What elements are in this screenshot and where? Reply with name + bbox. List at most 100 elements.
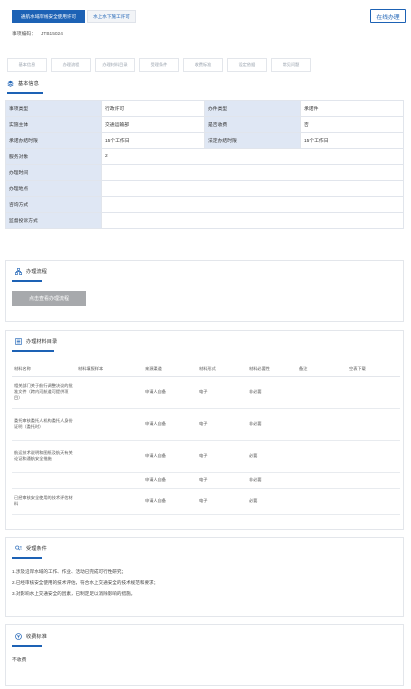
material-sample[interactable] [76, 440, 143, 473]
table-row: 申请人自备 电子 非必要 [12, 472, 400, 489]
yuan-coin-icon [15, 633, 22, 640]
fee-header: 收费标准 [15, 633, 47, 640]
material-source: 申请人自备 [143, 376, 197, 409]
handling-time-value [101, 164, 404, 181]
table-row: 承诺办结时限 15个工作日 法定办结时限 15个工作日 [5, 132, 404, 149]
fee-title: 收费标准 [26, 634, 47, 640]
tab-legal-basis[interactable]: 设定依据 [227, 58, 267, 72]
material-necessity: 非必要 [247, 376, 297, 409]
material-form: 电子 [197, 408, 247, 441]
material-necessity: 非必要 [247, 408, 297, 441]
table-row: 航运技术说明和图纸及航天有关论证和通航安全措施 申请人自备 电子 必要 [12, 440, 400, 473]
tab-process[interactable]: 办理流程 [51, 58, 91, 72]
tab-conditions[interactable]: 受理条件 [139, 58, 179, 72]
material-download[interactable] [347, 488, 400, 515]
process-title: 办理流程 [26, 269, 47, 275]
col-sample: 材料填报样本 [76, 362, 143, 377]
service-target-value: 2 [101, 148, 404, 165]
condition-item: 3.对影响水上交通安全的因素，已制定足以消除影响的措施。 [12, 591, 136, 596]
material-sample[interactable] [76, 408, 143, 441]
conditions-underline [12, 557, 42, 559]
table-row: 委托审核委托人机构委托人身份证明（委托时） 申请人自备 电子 非必要 [12, 408, 400, 441]
material-download[interactable] [347, 376, 400, 409]
col-form: 材料形式 [197, 362, 247, 377]
handling-place-value [101, 180, 404, 197]
handling-place-label: 办理地点 [5, 180, 102, 197]
item-code: 事项编码： JTB15024 [12, 30, 63, 37]
table-header-row: 材料名称 材料填报样本 来源渠道 材料形式 材料必要性 备注 空表下载 [12, 362, 400, 377]
tab-faq[interactable]: 常见问题 [271, 58, 311, 72]
material-remark [297, 440, 347, 473]
fee-flag-value: 否 [300, 116, 404, 133]
search-list-icon [15, 545, 22, 552]
legal-limit-value: 15个工作日 [300, 132, 404, 149]
fee-panel [5, 624, 404, 686]
basic-info-title: 基本信息 [18, 81, 39, 87]
material-download[interactable] [347, 440, 400, 473]
online-handle-button[interactable]: 在线办理 [370, 9, 406, 23]
material-form: 电子 [197, 376, 247, 409]
section-tabs: 基本信息 办理流程 办理材料目录 受理条件 收费标准 设定依据 常见问题 [7, 58, 315, 72]
complaint-method-label: 监督投诉方式 [5, 212, 102, 229]
basic-info-underline [7, 92, 43, 94]
table-row: 已经审核安全使用的技术评估材料 申请人自备 电子 必要 [12, 488, 400, 515]
tab-basic-info[interactable]: 基本信息 [7, 58, 47, 72]
material-sample[interactable] [76, 376, 143, 409]
table-row: 咨询方式 [5, 196, 404, 213]
list-doc-icon [15, 338, 22, 345]
conditions-header: 受理条件 [15, 545, 47, 552]
layers-icon [7, 80, 14, 87]
process-underline [12, 280, 42, 282]
material-remark [297, 488, 347, 515]
material-necessity: 非必要 [247, 472, 297, 489]
service-target-label: 服务对象 [5, 148, 102, 165]
underwater-construction-permit-button[interactable]: 水上水下施工许可 [87, 10, 136, 23]
materials-underline [12, 350, 54, 352]
table-row: 服务对象 2 [5, 148, 404, 165]
materials-table: 材料名称 材料填报样本 来源渠道 材料形式 材料必要性 备注 空表下载 相关部门… [12, 362, 400, 515]
basic-info-table: 事项类型 行政许可 办件类型 承诺件 实施主体 交通运输部 是否收费 否 承诺办… [5, 100, 404, 229]
material-remark [297, 472, 347, 489]
condition-item: 1.涉及沿岸水域的工作、作业、活动已完成可行性研究； [12, 569, 127, 574]
tab-materials[interactable]: 办理材料目录 [95, 58, 135, 72]
tab-fees[interactable]: 收费标准 [183, 58, 223, 72]
promised-limit-value: 15个工作日 [101, 132, 205, 149]
material-name: 已经审核安全使用的技术评估材料 [12, 488, 76, 515]
fee-flag-label: 是否收费 [204, 116, 301, 133]
material-source: 申请人自备 [143, 408, 197, 441]
case-type-value: 承诺件 [300, 100, 404, 117]
item-code-value: JTB15024 [41, 32, 63, 37]
material-sample[interactable] [76, 472, 143, 489]
promised-limit-label: 承诺办结时限 [5, 132, 102, 149]
agency-value: 交通运输部 [101, 116, 205, 133]
material-form: 电子 [197, 472, 247, 489]
legal-limit-label: 法定办结时限 [204, 132, 301, 149]
material-source: 申请人自备 [143, 488, 197, 515]
fee-underline [12, 645, 42, 647]
material-name: 相关部门关于航行调整决议的批准文件（跨内河航道可提供项目） [12, 376, 76, 409]
material-download[interactable] [347, 408, 400, 441]
col-template-download: 空表下载 [347, 362, 400, 377]
view-process-button[interactable]: 点击查看办理流程 [12, 291, 86, 306]
flowchart-icon [15, 268, 22, 275]
handling-time-label: 办理时间 [5, 164, 102, 181]
basic-info-header: 基本信息 [7, 80, 39, 87]
material-sample[interactable] [76, 488, 143, 515]
col-necessity: 材料必要性 [247, 362, 297, 377]
process-header: 办理流程 [15, 268, 47, 275]
material-form: 电子 [197, 488, 247, 515]
material-form: 电子 [197, 440, 247, 473]
table-row: 相关部门关于航行调整决议的批准文件（跨内河航道可提供项目） 申请人自备 电子 非… [12, 376, 400, 409]
condition-item: 2.已经审核安全使用的技术评估，符合水上交通安全的技术规范和要求； [12, 580, 159, 585]
material-download[interactable] [347, 472, 400, 489]
materials-title: 办理材料目录 [26, 339, 58, 345]
water-shoreline-permit-button[interactable]: 通航水域岸线安全使用许可 [12, 10, 85, 23]
material-necessity: 必要 [247, 440, 297, 473]
agency-label: 实施主体 [5, 116, 102, 133]
table-row: 办理地点 [5, 180, 404, 197]
material-necessity: 必要 [247, 488, 297, 515]
type-label: 事项类型 [5, 100, 102, 117]
material-source: 申请人自备 [143, 472, 197, 489]
col-remark: 备注 [297, 362, 347, 377]
type-value: 行政许可 [101, 100, 205, 117]
